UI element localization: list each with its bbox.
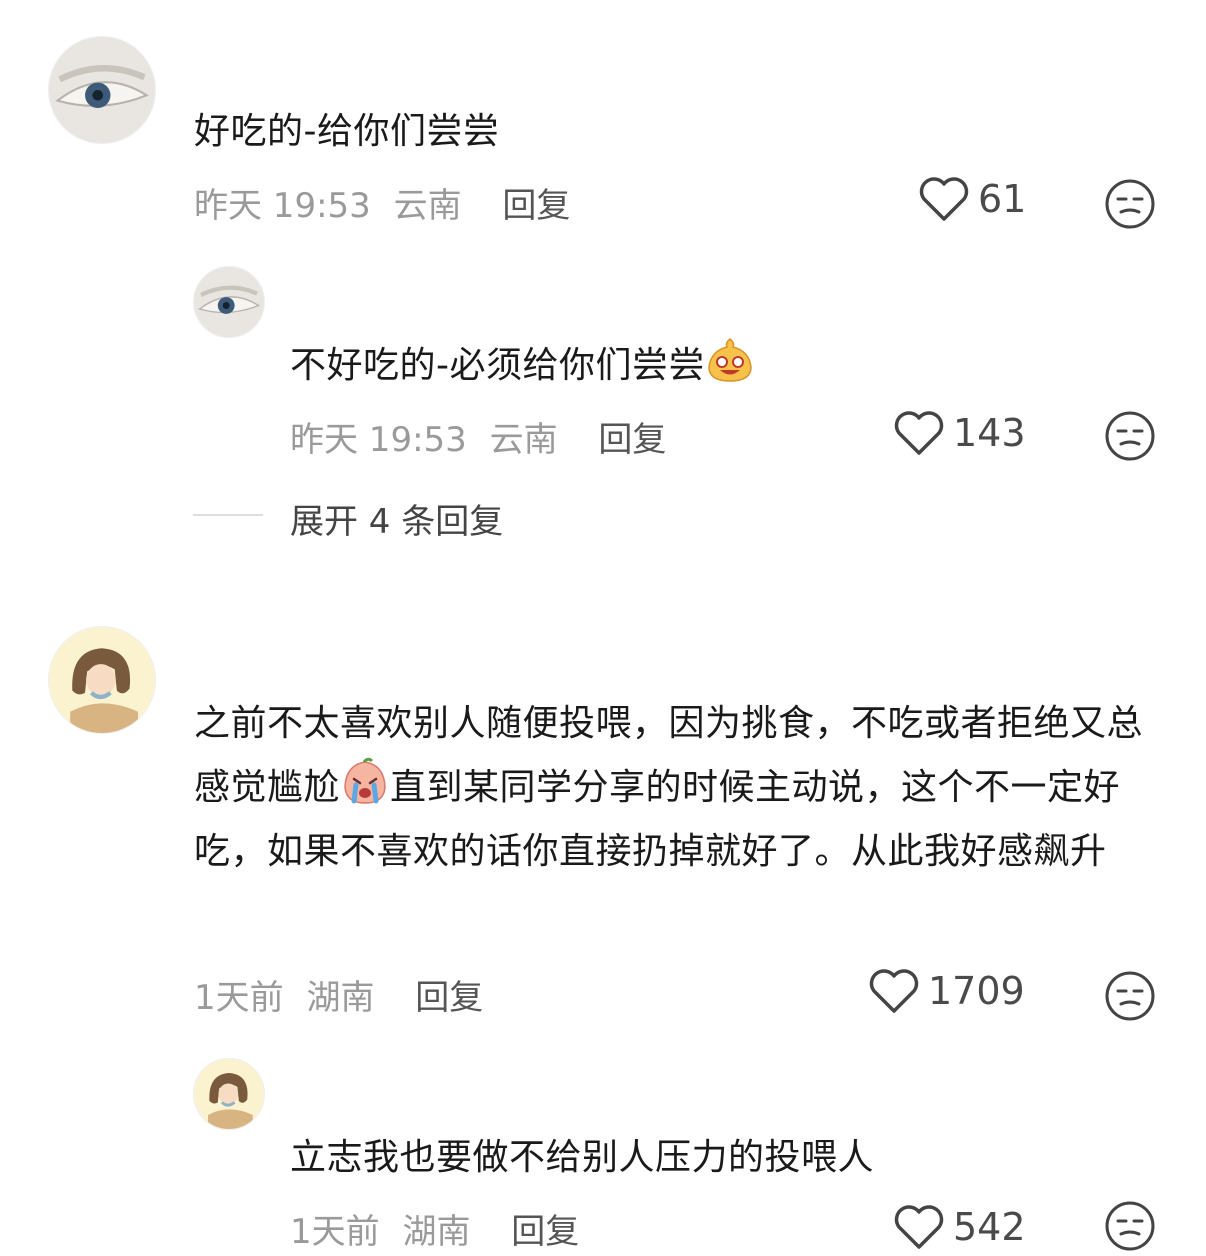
expand-replies-button[interactable]: 展开 4 条回复 xyxy=(290,494,503,543)
like-count: 1709 xyxy=(928,969,1025,1013)
eye-avatar-image xyxy=(194,267,264,337)
like-button[interactable]: 542 xyxy=(893,1204,1026,1250)
reply-text: 立志我也要做不给别人压力的投喂人 xyxy=(290,1137,875,1178)
dislike-face-icon[interactable] xyxy=(1104,1200,1156,1252)
comment-meta: 昨天 19:53 云南 回复 xyxy=(194,178,570,227)
like-button[interactable]: 143 xyxy=(893,410,1026,456)
heart-icon xyxy=(894,1205,944,1249)
heart-icon xyxy=(919,177,969,221)
girl-avatar-image xyxy=(194,1059,264,1129)
comment-time: 昨天 19:53 xyxy=(194,186,371,226)
reply-button[interactable]: 回复 xyxy=(598,420,666,460)
heart-icon xyxy=(894,411,944,455)
avatar[interactable] xyxy=(48,36,156,144)
reply-location: 湖南 xyxy=(402,1212,471,1252)
reply-location: 云南 xyxy=(489,420,558,460)
like-count: 61 xyxy=(978,177,1027,221)
comment-location: 湖南 xyxy=(306,978,375,1018)
like-count: 143 xyxy=(953,411,1026,455)
comment-time: 1天前 xyxy=(194,978,284,1018)
like-button[interactable]: 61 xyxy=(918,176,1026,222)
reply-text: 不好吃的-必须给你们尝尝 xyxy=(290,345,705,386)
reply-time: 1天前 xyxy=(290,1212,380,1252)
eye-avatar-image xyxy=(49,37,155,143)
comment-meta: 1天前 湖南 回复 xyxy=(194,970,483,1019)
reply-text-row: 不好吃的-必须给你们尝尝 xyxy=(290,334,755,398)
like-button[interactable]: 1709 xyxy=(868,968,1025,1014)
avatar[interactable] xyxy=(48,626,156,734)
reply-time: 昨天 19:53 xyxy=(290,420,467,460)
grinning-face-emoji xyxy=(708,338,752,382)
dislike-face-icon[interactable] xyxy=(1104,178,1156,230)
dislike-face-icon[interactable] xyxy=(1104,410,1156,462)
girl-avatar-image xyxy=(49,627,155,733)
reply-button[interactable]: 回复 xyxy=(415,978,483,1018)
expand-divider xyxy=(193,514,263,516)
comment-text: 好吃的-给你们尝尝 xyxy=(194,111,500,152)
reply-button[interactable]: 回复 xyxy=(511,1212,579,1252)
crying-face-emoji xyxy=(344,757,386,804)
dislike-face-icon[interactable] xyxy=(1104,970,1156,1022)
comment-text: 之前不太喜欢别人随便投喂，因为挑食，不吃或者拒绝又总感觉尴尬 直到某同学分享的时… xyxy=(194,692,1156,884)
reply-button[interactable]: 回复 xyxy=(502,186,570,226)
reply-meta: 昨天 19:53 云南 回复 xyxy=(290,412,666,461)
like-count: 542 xyxy=(953,1205,1026,1249)
avatar[interactable] xyxy=(193,1058,265,1130)
avatar[interactable] xyxy=(193,266,265,338)
reply-meta: 1天前 湖南 回复 xyxy=(290,1204,579,1253)
comment-location: 云南 xyxy=(393,186,462,226)
heart-icon xyxy=(869,969,919,1013)
